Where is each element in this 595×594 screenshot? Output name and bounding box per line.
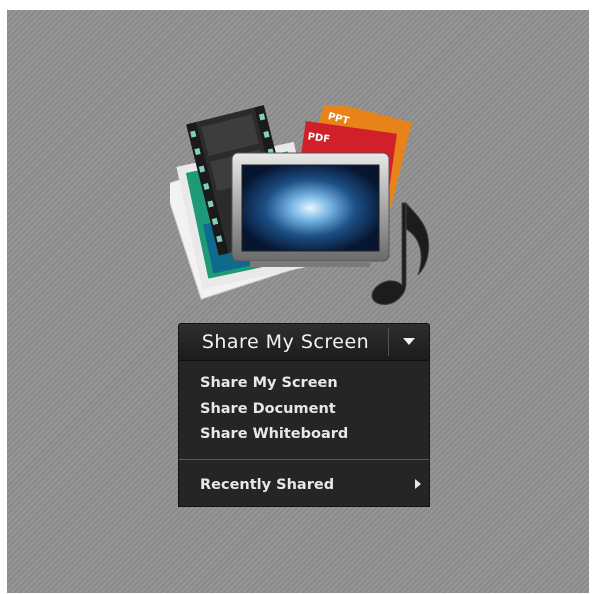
share-dropdown-toggle[interactable] bbox=[389, 324, 429, 360]
share-menu: Share My Screen Share Document Share Whi… bbox=[178, 361, 430, 507]
triangle-down-icon bbox=[403, 338, 415, 345]
menu-item-share-whiteboard[interactable]: Share Whiteboard bbox=[200, 424, 348, 444]
share-my-screen-button[interactable]: Share My Screen bbox=[179, 324, 388, 360]
share-media-illustration: PPT PDF bbox=[170, 105, 430, 306]
menu-item-share-document[interactable]: Share Document bbox=[200, 399, 336, 419]
app-window: PPT PDF Share My Screen Share My Screen … bbox=[0, 0, 595, 594]
chevron-right-icon bbox=[415, 479, 421, 489]
share-split-button[interactable]: Share My Screen bbox=[178, 323, 430, 361]
menu-divider bbox=[179, 459, 429, 460]
screen-monitor-icon bbox=[231, 152, 390, 267]
menu-item-share-my-screen[interactable]: Share My Screen bbox=[200, 373, 338, 393]
menu-item-recently-shared[interactable]: Recently Shared bbox=[200, 475, 334, 495]
